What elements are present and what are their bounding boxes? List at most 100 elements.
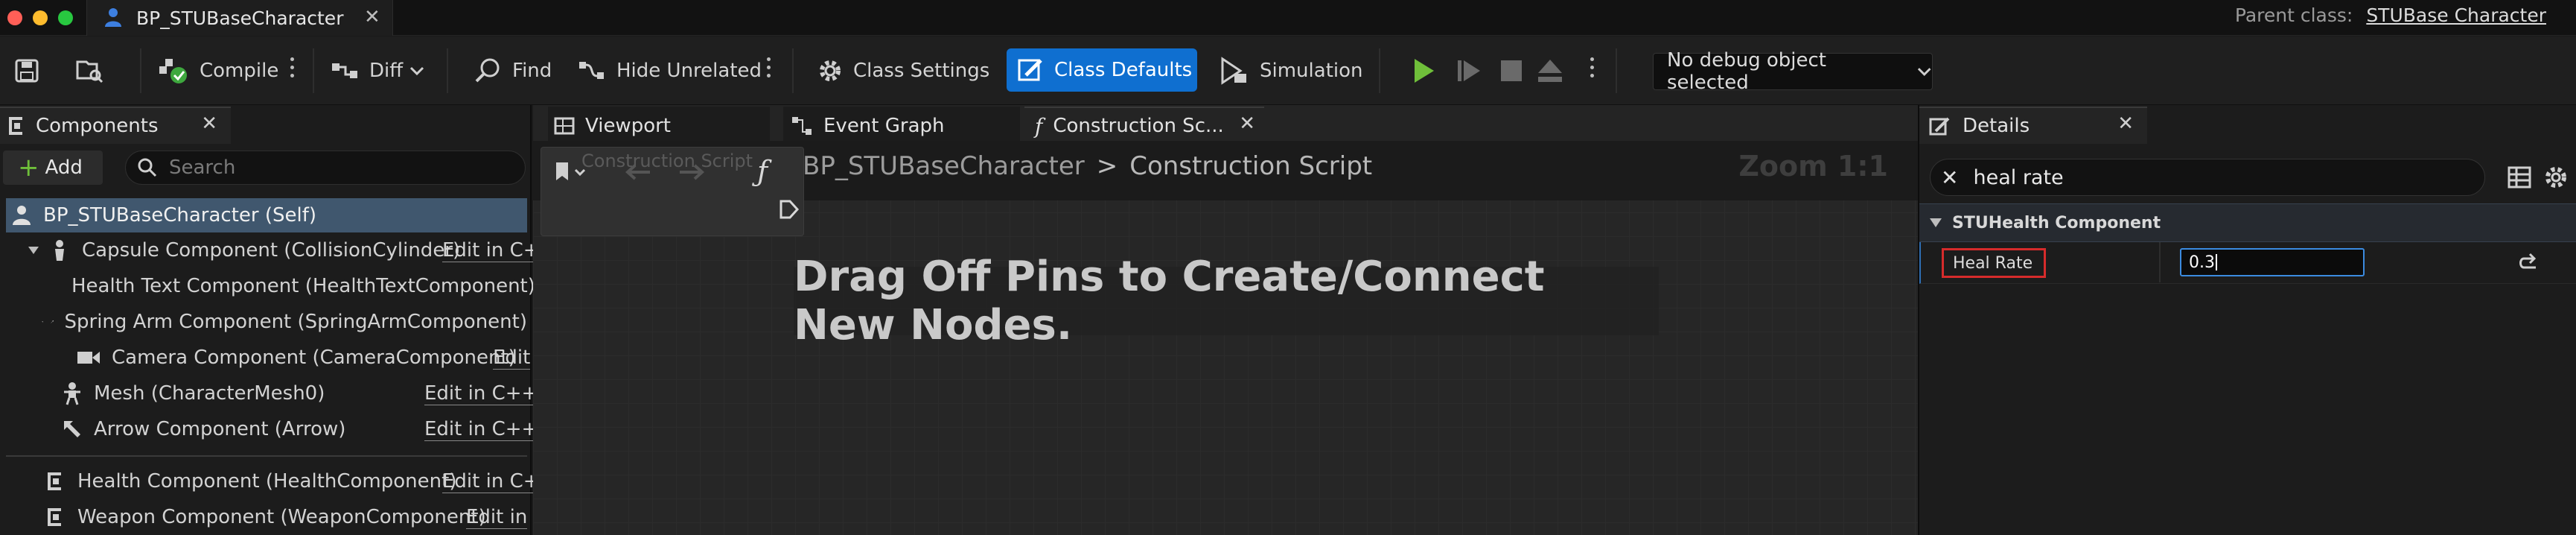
close-panel-icon[interactable]: ✕ bbox=[201, 113, 217, 135]
debug-object-select[interactable]: No debug object selected bbox=[1653, 49, 1933, 94]
find-button[interactable]: Find bbox=[474, 51, 552, 90]
toolbar-divider bbox=[140, 48, 141, 93]
simulation-label: Simulation bbox=[1260, 60, 1363, 82]
minimize-window-button[interactable] bbox=[33, 10, 48, 25]
exec-pin-icon[interactable] bbox=[778, 198, 800, 221]
category-label: STUHealth Component bbox=[1952, 213, 2161, 232]
drag-off-pins-hint: Drag Off Pins to Create/Connect New Node… bbox=[794, 253, 1659, 349]
reset-to-default-icon[interactable] bbox=[2516, 253, 2539, 272]
find-label: Find bbox=[512, 60, 552, 82]
save-button[interactable] bbox=[13, 51, 49, 90]
character-icon bbox=[13, 206, 31, 225]
find-icon bbox=[475, 58, 500, 83]
main-toolbar: Compile Diff Find Hide Unrelated Class S… bbox=[0, 37, 2576, 105]
simulation-icon bbox=[1221, 57, 1246, 85]
bookmark-icon[interactable] bbox=[553, 161, 589, 183]
eject-icon bbox=[1538, 60, 1562, 82]
diff-icon bbox=[332, 63, 357, 78]
edit-in-cpp-link[interactable]: Edit in C+ bbox=[442, 239, 540, 262]
add-label: Add bbox=[45, 156, 83, 179]
eject-button[interactable] bbox=[1537, 51, 1572, 90]
collapse-arrow-icon bbox=[42, 321, 44, 323]
tree-item-mesh[interactable]: Mesh (CharacterMesh0) Edit in C++ bbox=[61, 376, 538, 411]
tree-item-health-component[interactable]: Health Component (HealthComponent) Edit … bbox=[45, 464, 540, 498]
advance-frame-button[interactable] bbox=[1456, 51, 1492, 90]
close-window-button[interactable] bbox=[7, 10, 22, 25]
edit-in-cpp-link[interactable]: Edit in C++ bbox=[424, 382, 538, 405]
gear-icon[interactable] bbox=[2543, 165, 2569, 190]
tab-event-graph[interactable]: Event Graph bbox=[783, 107, 1020, 144]
plus-icon: + bbox=[18, 153, 39, 183]
debug-object-value: No debug object selected bbox=[1667, 49, 1826, 94]
tree-item-label: Mesh (CharacterMesh0) bbox=[94, 382, 325, 405]
property-matrix-icon[interactable] bbox=[2508, 166, 2531, 189]
property-value: 0.3 bbox=[2189, 253, 2215, 272]
gear-icon bbox=[820, 60, 841, 81]
category-header[interactable]: STUHealth Component bbox=[1919, 203, 2576, 242]
play-options-icon[interactable] bbox=[1590, 57, 1595, 84]
diff-button[interactable]: Diff bbox=[331, 51, 434, 90]
hide-unrelated-icon bbox=[579, 62, 604, 79]
close-panel-icon[interactable]: ✕ bbox=[2117, 113, 2134, 135]
maximize-window-button[interactable] bbox=[58, 10, 73, 25]
save-icon bbox=[15, 59, 39, 83]
class-defaults-label: Class Defaults bbox=[1054, 59, 1193, 81]
play-button[interactable] bbox=[1412, 51, 1446, 90]
skeletal-mesh-icon bbox=[64, 382, 80, 405]
document-tab[interactable]: BP_STUBaseCharacter ✕ bbox=[86, 0, 393, 36]
details-panel: Details ✕ ✕ heal rate STUHealth Componen… bbox=[1918, 105, 2576, 535]
toolbar-divider bbox=[1379, 48, 1380, 93]
close-tab-icon[interactable]: ✕ bbox=[1239, 113, 1255, 135]
text-cursor bbox=[2216, 254, 2217, 270]
clear-search-icon[interactable]: ✕ bbox=[1941, 165, 1958, 190]
compile-button[interactable]: Compile bbox=[158, 51, 278, 90]
breadcrumb-root[interactable]: BP_STUBaseCharacter bbox=[803, 151, 1085, 181]
back-arrow-icon[interactable] bbox=[623, 162, 653, 182]
tree-item-health-text[interactable]: Tt Health Text Component (HealthTextComp… bbox=[61, 269, 535, 303]
close-tab-icon[interactable]: ✕ bbox=[364, 6, 380, 28]
details-tab[interactable]: Details ✕ bbox=[1919, 107, 2147, 144]
stop-button[interactable] bbox=[1499, 51, 1532, 90]
simulation-button[interactable]: Simulation bbox=[1218, 51, 1363, 90]
diff-label: Diff bbox=[369, 60, 404, 82]
breadcrumb: BP_STUBaseCharacter > Construction Scrip… bbox=[803, 151, 1372, 181]
title-bar: BP_STUBaseCharacter ✕ Parent class: STUB… bbox=[0, 0, 2576, 36]
tree-item-self[interactable]: BP_STUBaseCharacter (Self) bbox=[6, 198, 527, 232]
tree-item-spring-arm[interactable]: Spring Arm Component (SpringArmComponent… bbox=[42, 305, 527, 339]
tree-item-arrow[interactable]: Arrow Component (Arrow) Edit in C++ bbox=[61, 412, 538, 446]
chevron-down-icon bbox=[410, 66, 424, 76]
property-name: Heal Rate bbox=[1942, 248, 2046, 278]
details-search-input[interactable]: ✕ heal rate bbox=[1930, 159, 2485, 196]
edit-in-cpp-link[interactable]: Edit in bbox=[466, 506, 528, 529]
breadcrumb-separator: > bbox=[1096, 151, 1118, 181]
forward-arrow-icon[interactable] bbox=[677, 162, 707, 182]
zoom-level: Zoom 1:1 bbox=[1738, 150, 1888, 183]
tab-construction-script[interactable]: f Construction Sc... ✕ bbox=[1024, 107, 1264, 144]
tree-item-capsule[interactable]: Capsule Component (CollisionCylinder) Ed… bbox=[27, 233, 540, 268]
breadcrumb-leaf: Construction Script bbox=[1129, 151, 1373, 181]
tab-viewport[interactable]: Viewport bbox=[548, 107, 770, 144]
actor-component-icon bbox=[48, 472, 61, 490]
components-search-input[interactable]: Search bbox=[125, 151, 526, 185]
compile-options-icon[interactable] bbox=[290, 57, 295, 84]
edit-in-cpp-link[interactable]: Edit in C++ bbox=[424, 418, 538, 441]
class-settings-button[interactable]: Class Settings bbox=[816, 51, 989, 90]
edit-in-cpp-link[interactable]: Edit in C+ bbox=[442, 470, 540, 493]
class-defaults-button[interactable]: Class Defaults bbox=[1007, 48, 1197, 92]
tree-item-camera[interactable]: Camera Component (CameraComponent) Edit bbox=[76, 341, 531, 375]
viewport-icon bbox=[554, 117, 575, 135]
browse-button[interactable] bbox=[74, 51, 113, 90]
tree-item-label: Camera Component (CameraComponent) bbox=[112, 346, 516, 369]
tree-item-label: Spring Arm Component (SpringArmComponent… bbox=[64, 311, 527, 333]
edit-in-cpp-link[interactable]: Edit bbox=[493, 346, 531, 370]
compile-label: Compile bbox=[200, 60, 279, 82]
hide-unrelated-options-icon[interactable] bbox=[767, 57, 771, 84]
tree-item-weapon-component[interactable]: Weapon Component (WeaponComponent) Edit … bbox=[45, 500, 528, 534]
components-tab[interactable]: Components ✕ bbox=[0, 107, 231, 144]
function-icon[interactable]: ƒ bbox=[757, 155, 768, 188]
blueprint-icon bbox=[105, 8, 121, 27]
heal-rate-input[interactable]: 0.3 bbox=[2180, 248, 2365, 276]
hide-unrelated-button[interactable]: Hide Unrelated bbox=[578, 51, 762, 90]
parent-class-link[interactable]: STUBase Character bbox=[2366, 4, 2546, 26]
add-component-button[interactable]: + Add bbox=[3, 151, 103, 185]
